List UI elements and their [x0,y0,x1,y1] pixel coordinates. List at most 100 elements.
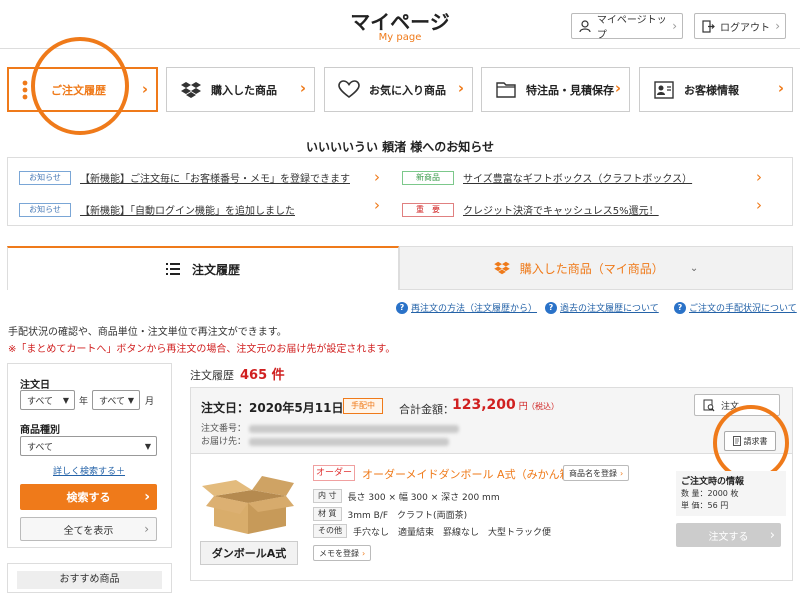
nav-label: お客様情報 [684,83,739,97]
notice-item[interactable]: お知らせ 【新機能】「自動ログイン機能」を追加しました › [19,196,389,217]
notice-tag: 新商品 [402,170,454,185]
chevron-right-icon: › [362,548,366,558]
description-warning: ※「まとめてカートへ」ボタンから再注文の場合、注文元のお届け先が設定されます。 [8,344,396,355]
document-search-icon [703,399,715,412]
nav-customer-info[interactable]: お客様情報 › [639,67,793,112]
month-select[interactable]: すべて ▼ [92,390,140,410]
chevron-right-icon: › [620,468,624,478]
chevron-right-icon: › [144,489,150,505]
order-number-redacted [248,424,459,433]
product-image[interactable] [200,470,296,538]
question-icon: ? [545,301,557,314]
chevron-right-icon: › [141,80,148,98]
help-link-reorder[interactable]: ? 再注文の方法（注文履歴から） [396,301,537,314]
logout-button[interactable]: ログアウト › [694,13,786,39]
nav-label: お気に入り商品 [369,83,446,97]
product-type-label: 商品種別 [20,425,60,436]
notice-link[interactable]: クレジット決済でキャッシュレス5%還元！ [463,202,659,217]
caret-down-icon: ▼ [127,395,134,405]
chevron-right-icon: › [769,527,775,543]
order-number-label: 注文番号： [201,424,247,434]
spec-row: 材 質 3mm B/F クラフト(両面茶) [313,507,467,521]
total-label: 合計金額： [399,403,454,416]
chevron-right-icon: › [775,19,780,33]
logout-icon [701,19,715,33]
order-tag: オーダー [313,465,355,481]
caret-down-icon: ▼ [144,441,151,451]
unit-price: 単 価：56 円 [681,501,729,510]
product-type-select[interactable]: すべて ▼ [20,436,157,456]
chevron-right-icon: › [756,196,762,214]
nav-purchased[interactable]: 購入した商品 › [166,67,315,112]
nav-custom-quotes[interactable]: 特注品・見積保存 › [481,67,630,112]
id-card-icon [650,80,678,99]
spec-row: 内 寸長さ 300 × 幅 300 × 深さ 200 mm [313,489,500,503]
description-text: 手配状況の確認や、商品単位・注文単位で再注文ができます。 [8,327,287,338]
chevron-right-icon: › [777,79,784,97]
mypage-top-button[interactable]: マイページトップ › [571,13,683,41]
order-count-label: 注文履歴 [190,369,234,382]
tab-order-history[interactable]: 注文履歴 [7,246,399,290]
reorder-button[interactable]: 注文する › [676,523,781,547]
notice-tag: 重 要 [402,202,454,217]
nav-label: 特注品・見積保存 [526,83,614,97]
notice-item[interactable]: 重 要 クレジット決済でキャッシュレス5%還元！ › [402,196,782,217]
status-badge: 手配中 [343,398,383,414]
order-info-box: ご注文時の情報 数 量：2000 枚 単 価：56 円 [676,471,786,516]
quantity: 数 量：2000 枚 [681,489,739,498]
chevron-right-icon: › [144,522,149,536]
notice-link[interactable]: サイズ豊富なギフトボックス（クラフトボックス） [463,170,692,185]
tax-note: （税込） [527,402,559,411]
user-icon [578,19,592,33]
dropbox-icon [494,261,510,275]
question-icon: ? [674,301,686,314]
year-suffix: 年 [79,397,89,407]
chevron-right-icon: › [374,168,380,186]
register-memo-button[interactable]: メモを登録 › [313,545,372,561]
chevron-right-icon: › [299,79,306,97]
spec-row: その他 手穴なし 適量結束 罫線なし 大型トラック便 [313,524,551,538]
show-all-button[interactable]: 全てを表示 › [20,517,157,541]
advanced-search-link[interactable]: 詳しく検索する＋ [53,464,125,477]
chevron-right-icon: › [614,79,621,97]
folder-icon [492,81,520,98]
tab-label: 注文履歴 [191,262,240,277]
recommend-title: おすすめ商品 [17,571,162,589]
chevron-right-icon: › [672,19,677,33]
logout-label: ログアウト [720,22,770,34]
help-link-past-history[interactable]: ? 過去の注文履歴について [545,301,659,314]
menu-dots-icon [21,80,29,100]
question-icon: ? [396,301,408,314]
register-product-name-button[interactable]: 商品名を登録 › [563,465,630,481]
product-name-link[interactable]: オーダーメイドダンボール A式（みかん箱） [362,466,582,482]
highlight-circle [713,405,789,481]
total-amount: 123,200 円 [452,397,528,413]
ship-to-label: お届け先： [201,437,247,447]
caret-down-icon: ▼ [62,395,69,405]
help-link-status[interactable]: ? ご注文の手配状況について [674,301,797,314]
notice-item[interactable]: お知らせ 【新機能】ご注文毎に「お客様番号・メモ」を登録できます › [19,168,389,186]
notice-item[interactable]: 新商品 サイズ豊富なギフトボックス（クラフトボックス） › [402,168,782,186]
notice-tag: お知らせ [19,170,71,185]
list-icon [165,263,180,275]
chevron-right-icon: › [457,79,464,97]
nav-favorites[interactable]: お気に入り商品 › [324,67,473,112]
order-count-value: 465 件 [240,368,285,383]
ship-to-redacted [248,437,449,446]
order-date-label: 注文日 [20,380,50,391]
notice-link[interactable]: 【新機能】「自動ログイン機能」を追加しました [80,202,295,217]
heart-icon [335,80,363,99]
chevron-down-icon: ⌄ [689,262,699,274]
notice-link[interactable]: 【新機能】ご注文毎に「お客様番号・メモ」を登録できます [80,170,350,185]
tab-label: 購入した商品（マイ商品） [519,261,664,276]
search-button[interactable]: 検索する › [20,484,157,510]
chevron-right-icon: › [756,168,762,186]
mypage-top-label: マイページトップ [596,15,667,41]
year-select[interactable]: すべて ▼ [20,390,75,410]
ship-to-row: お届け先： [201,434,449,447]
order-number-row: 注文番号： [201,421,459,434]
header-divider [0,48,800,49]
order-date: 注文日：2020年5月11日 [201,401,344,415]
tab-purchased-items[interactable]: 購入した商品（マイ商品） ⌄ [399,246,793,290]
order-info-title: ご注文時の情報 [681,477,745,487]
